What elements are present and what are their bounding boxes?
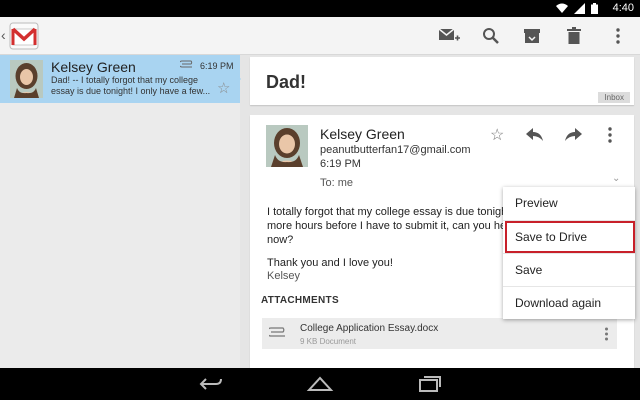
attachment-name: College Application Essay.docx (300, 323, 439, 334)
body-line: now? (267, 234, 294, 246)
attachment-item[interactable]: College Application Essay.docx 9 KB Docu… (262, 318, 617, 349)
avatar (10, 60, 43, 98)
status-bar: 4:40 (0, 0, 640, 17)
up-chevron-icon[interactable]: ‹ (1, 27, 6, 43)
attachment-clip-icon (180, 60, 193, 68)
subject-title: Dad! (266, 72, 306, 92)
search-icon[interactable] (478, 23, 504, 49)
message-overflow-icon[interactable] (607, 127, 613, 143)
forward-icon[interactable] (564, 128, 582, 142)
closing-line: Thank you and I love you! (267, 257, 393, 269)
attachment-clip-icon (269, 327, 285, 337)
navigation-bar (0, 368, 640, 400)
selection-arrow (232, 69, 241, 89)
battery-icon (591, 3, 598, 14)
sender-avatar (266, 125, 308, 167)
reply-icon[interactable] (526, 128, 544, 142)
attachments-heading: ATTACHMENTS (261, 295, 339, 306)
conversation-item[interactable]: Kelsey Green 6:19 PM Dad! -- I totally f… (0, 55, 240, 103)
menu-item-preview[interactable]: Preview (503, 187, 635, 220)
compose-icon[interactable] (436, 23, 462, 49)
received-time: 6:19 PM (200, 61, 234, 71)
archive-icon[interactable] (519, 23, 545, 49)
recipient-line[interactable]: To: me (320, 177, 353, 189)
attachment-overflow-icon[interactable] (604, 327, 609, 341)
inbox-label[interactable]: Inbox (598, 92, 630, 103)
menu-item-download-again[interactable]: Download again (503, 286, 635, 319)
attachment-popup-menu: Preview Save to Drive Save Download agai… (503, 187, 635, 319)
home-icon[interactable] (306, 374, 334, 394)
delete-icon[interactable] (561, 23, 587, 49)
sender-name: Kelsey Green (51, 59, 136, 75)
attachment-size: 9 KB Document (300, 337, 357, 346)
action-bar: ‹ (0, 17, 640, 55)
chevron-down-icon[interactable]: ⌄ (612, 173, 620, 184)
subject-header: Dad! Inbox (250, 57, 634, 105)
signal-icon (574, 3, 585, 14)
highlight-box (505, 221, 635, 253)
wifi-icon (556, 3, 568, 13)
message-snippet: Dad! -- I totally forgot that my college… (51, 75, 211, 96)
clock: 4:40 (612, 2, 634, 14)
message-body: I totally forgot that my college essay i… (267, 205, 507, 247)
sender-email: peanutbutterfan17@gmail.com (320, 144, 471, 156)
star-icon[interactable]: ☆ (217, 79, 230, 97)
star-icon[interactable]: ☆ (490, 125, 504, 145)
message-sender: Kelsey Green (320, 126, 405, 142)
body-line: I totally forgot that my college essay i… (267, 206, 507, 218)
gmail-logo-icon[interactable] (9, 22, 39, 50)
back-icon[interactable] (198, 374, 224, 394)
menu-item-save[interactable]: Save (503, 253, 635, 286)
body-line: more hours before I have to submit it, c… (267, 220, 507, 232)
conversation-list: Kelsey Green 6:19 PM Dad! -- I totally f… (0, 55, 241, 368)
overflow-menu-icon[interactable] (605, 23, 631, 49)
message-time: 6:19 PM (320, 158, 361, 170)
signature: Kelsey (267, 270, 301, 282)
recent-apps-icon[interactable] (416, 374, 442, 394)
